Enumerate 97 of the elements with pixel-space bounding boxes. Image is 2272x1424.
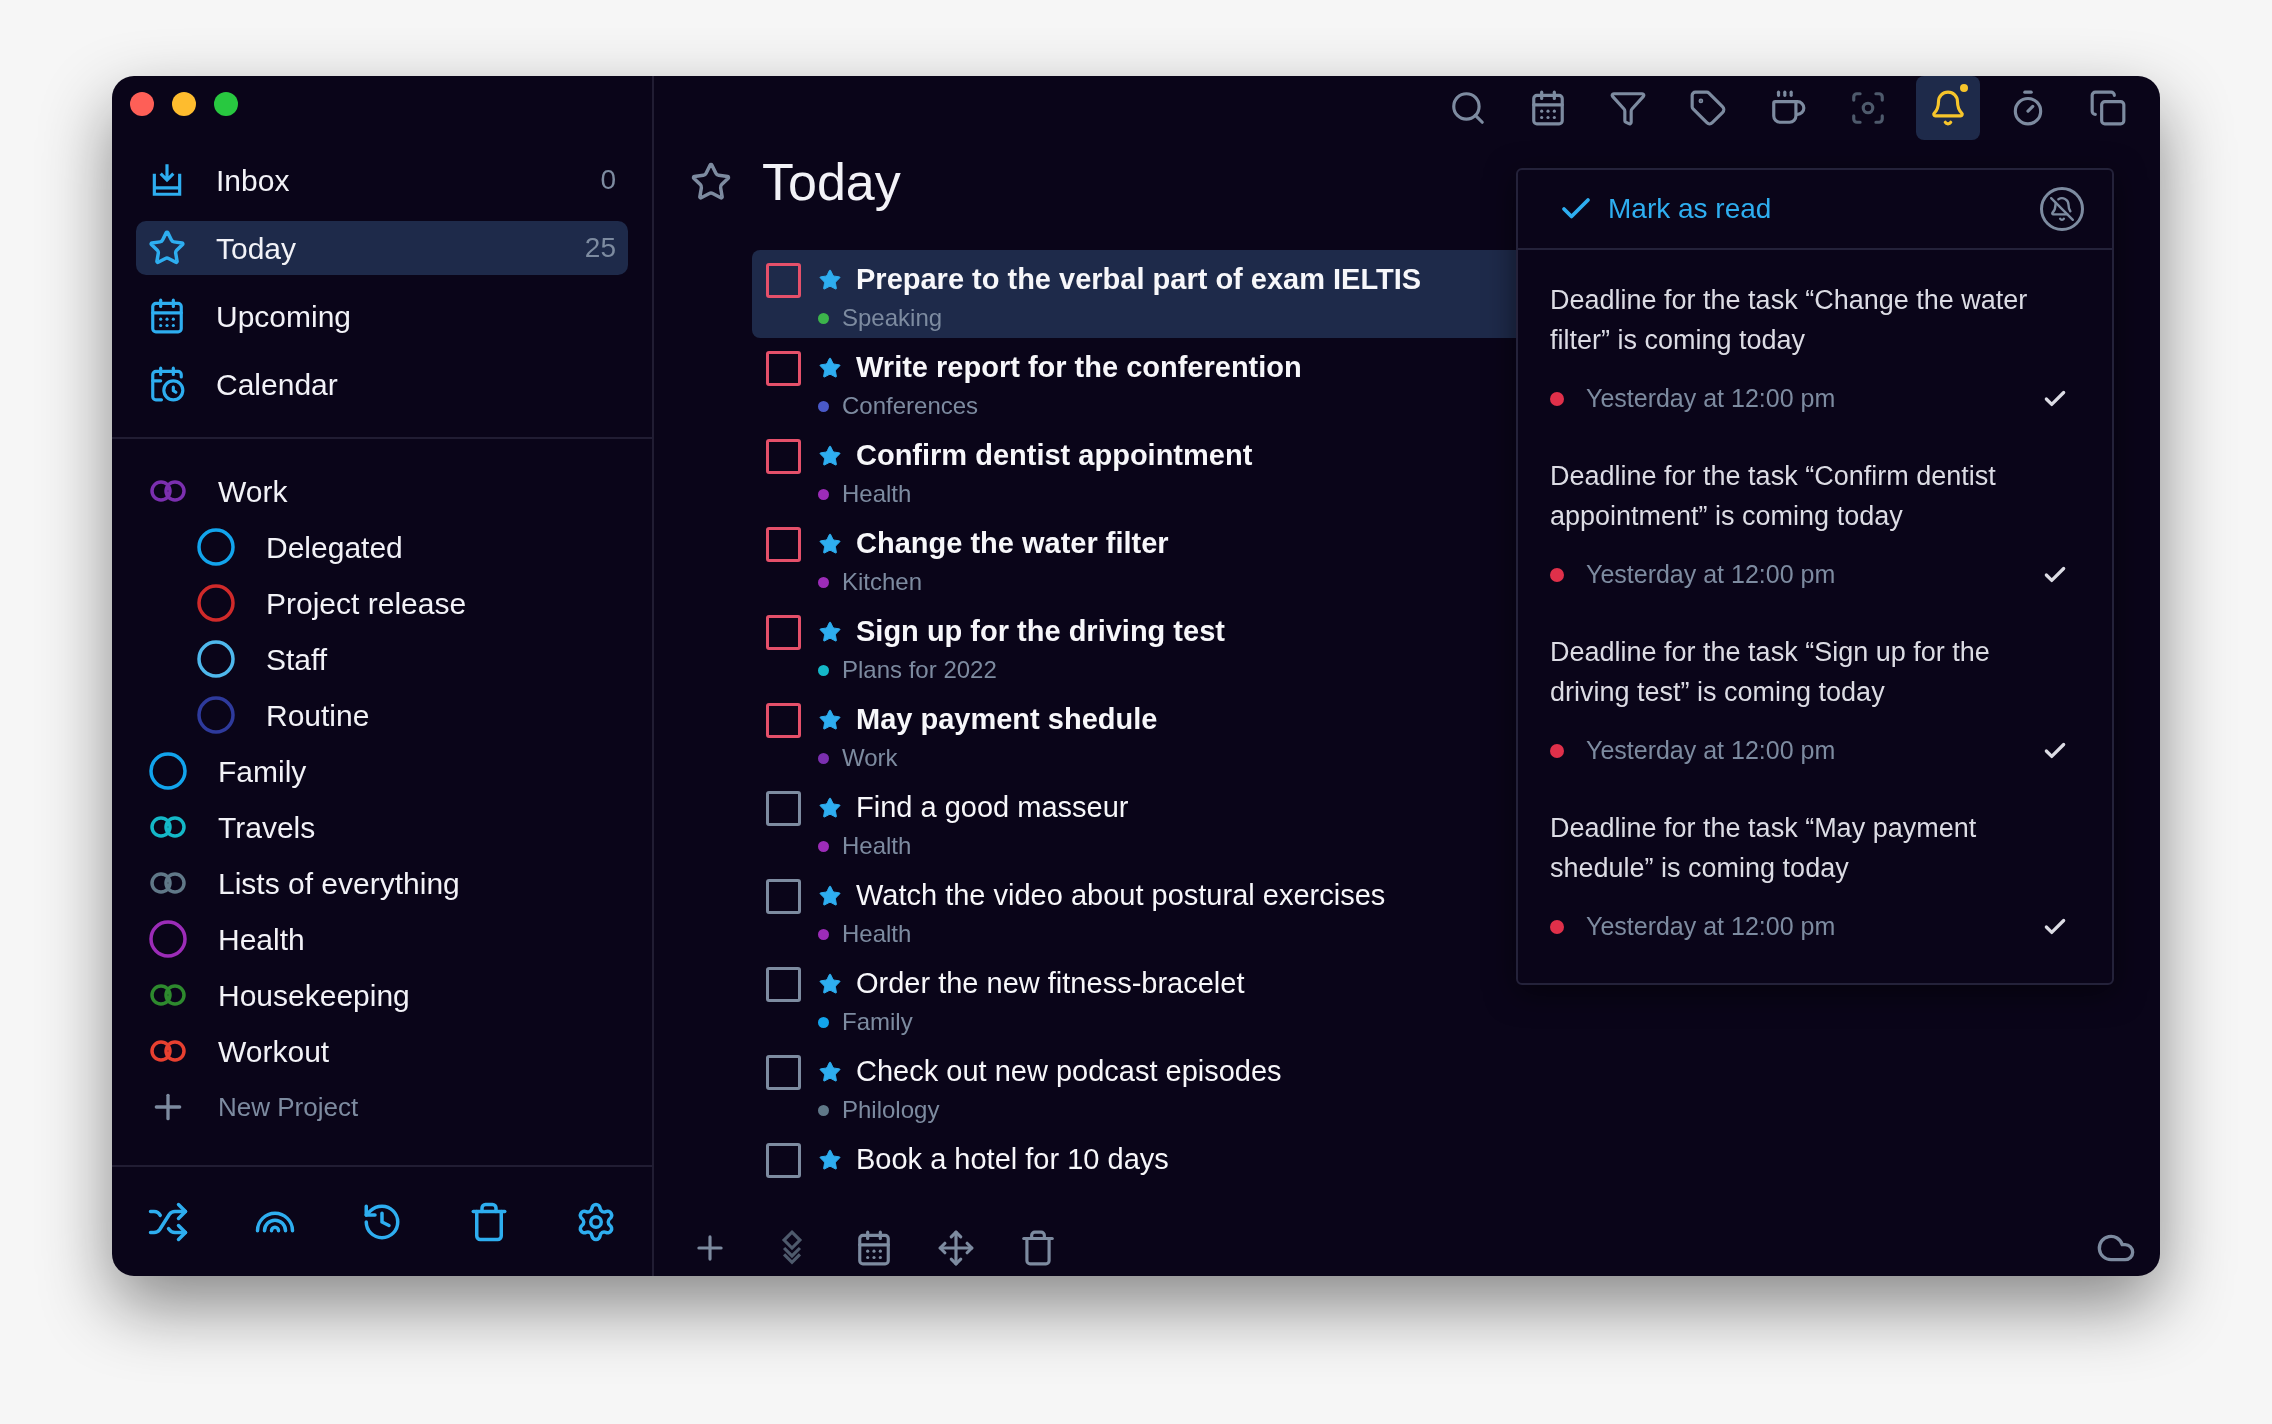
copy-icon: [2089, 89, 2127, 127]
task-title: Check out new podcast episodes: [856, 1054, 1282, 1090]
bell-icon: [1929, 89, 1967, 127]
notification-time: Yesterday at 12:00 pm: [1586, 735, 1837, 766]
task-title: Change the water filter: [856, 526, 1169, 562]
task-project: Philology: [842, 1095, 940, 1125]
calendar-icon: [1529, 89, 1567, 127]
project-item[interactable]: Routine: [112, 687, 652, 743]
task-checkbox[interactable]: [766, 350, 801, 386]
task-checkbox[interactable]: [766, 790, 801, 826]
star-icon: [818, 532, 842, 556]
close-window-button[interactable]: [130, 92, 154, 116]
search-icon: [1449, 89, 1487, 127]
task-row[interactable]: Check out new podcast episodes Philology: [752, 1042, 1752, 1130]
filter-icon: [1609, 89, 1647, 127]
notification-text: Deadline for the task “Sign up for the driving test” is coming today: [1550, 636, 1991, 709]
mark-as-read-button[interactable]: Mark as read: [1558, 188, 1772, 230]
shuffle-icon: [147, 1200, 189, 1243]
task-project: Work: [842, 743, 898, 773]
task-checkbox[interactable]: [766, 966, 801, 1002]
task-checkbox[interactable]: [766, 438, 801, 474]
project-item[interactable]: Staff: [112, 631, 652, 687]
notifications-button[interactable]: [1916, 76, 1980, 140]
notification-item[interactable]: Deadline for the task “Sign up for the driving test” is coming today Yesterday at 12:00 pm: [1518, 602, 2112, 778]
trash-icon: [1019, 1229, 1057, 1267]
task-title: Watch the video about postural exercises: [856, 878, 1386, 914]
task-title: Prepare to the verbal part of exam IELTIS: [856, 262, 1422, 298]
task-project: Kitchen: [842, 567, 923, 597]
project-item[interactable]: Project release: [112, 575, 652, 631]
project-item[interactable]: Travels: [112, 799, 652, 855]
task-project: Speaking: [842, 303, 943, 333]
star-icon: [148, 229, 186, 267]
task-checkbox[interactable]: [766, 262, 801, 298]
notification-time: Yesterday at 12:00 pm: [1586, 911, 1837, 942]
tag-icon: [1689, 89, 1727, 127]
task-checkbox[interactable]: [766, 1054, 801, 1090]
nav-item[interactable]: Inbox 0: [136, 153, 628, 207]
task-title: Book a hotel for 10 days: [856, 1142, 1169, 1178]
project-item[interactable]: Lists of everything: [112, 855, 652, 911]
task-title: Order the new fitness-bracelet: [856, 966, 1245, 1002]
task-checkbox[interactable]: [766, 614, 801, 650]
nav-item[interactable]: Calendar: [136, 357, 628, 411]
project-item[interactable]: Work: [112, 463, 652, 519]
calendar-icon: [148, 297, 186, 335]
star-icon: [818, 1060, 842, 1084]
calendar-clock-icon: [148, 365, 186, 403]
star-icon: [818, 884, 842, 908]
task-project: Health: [842, 919, 912, 949]
task-title: Find a good masseur: [856, 790, 1129, 826]
task-title: Write report for the conferention: [856, 350, 1302, 386]
task-title: Sign up for the driving test: [856, 614, 1225, 650]
notification-item[interactable]: Deadline for the task “May payment shedule” is coming today Yesterday at 12:00 pm: [1518, 778, 2112, 954]
focus-icon: [1849, 89, 1887, 127]
mute-notifications-button[interactable]: [2040, 187, 2084, 231]
project-item[interactable]: Delegated: [112, 519, 652, 575]
project-item[interactable]: Family: [112, 743, 652, 799]
task-checkbox[interactable]: [766, 1142, 801, 1178]
task-checkbox[interactable]: [766, 702, 801, 738]
calendar-icon: [855, 1229, 893, 1267]
bell-off-icon: [2049, 196, 2075, 222]
star-icon: [818, 972, 842, 996]
star-icon: [818, 708, 842, 732]
task-project: Health: [842, 831, 912, 861]
move-icon: [937, 1229, 975, 1267]
task-row[interactable]: Book a hotel for 10 days: [752, 1130, 1752, 1218]
cup-icon: [1769, 89, 1807, 127]
notification-text: Deadline for the task “May payment shedule” is coming today: [1550, 812, 1978, 885]
task-project: Conferences: [842, 391, 979, 421]
task-row[interactable]: Order the new fitness-bracelet Family: [752, 954, 1752, 1042]
task-project: Plans for 2022: [842, 655, 997, 685]
star-icon: [818, 620, 842, 644]
new-project-button[interactable]: New Project: [112, 1079, 652, 1135]
task-checkbox[interactable]: [766, 878, 801, 914]
project-item[interactable]: Health: [112, 911, 652, 967]
notification-time: Yesterday at 12:00 pm: [1586, 559, 1837, 590]
star-icon: [818, 1148, 842, 1172]
task-checkbox[interactable]: [766, 526, 801, 562]
notification-text: Deadline for the task “Confirm dentist appointment” is coming today: [1550, 460, 1997, 533]
nav-item[interactable]: Today 25: [136, 221, 628, 275]
task-title: Confirm dentist appointment: [856, 438, 1253, 474]
star-icon: [818, 356, 842, 380]
zoom-window-button[interactable]: [214, 92, 238, 116]
star-icon: [818, 444, 842, 468]
star-icon: [690, 161, 732, 203]
count-label: 0: [600, 163, 616, 197]
notification-time: Yesterday at 12:00 pm: [1586, 383, 1837, 414]
project-item[interactable]: Workout: [112, 1023, 652, 1079]
task-title: May payment shedule: [856, 702, 1158, 738]
notification-item[interactable]: Deadline for the task “Confirm dentist appointment” is coming today Yesterday at 12:00 pm: [1518, 426, 2112, 602]
count-label: 25: [584, 231, 616, 265]
star-icon: [818, 796, 842, 820]
nav-item[interactable]: Upcoming: [136, 289, 628, 343]
star-icon: [818, 268, 842, 292]
project-item[interactable]: Housekeeping: [112, 967, 652, 1023]
task-project: Family: [842, 1007, 913, 1037]
task-project: Health: [842, 479, 912, 509]
minimize-window-button[interactable]: [172, 92, 196, 116]
